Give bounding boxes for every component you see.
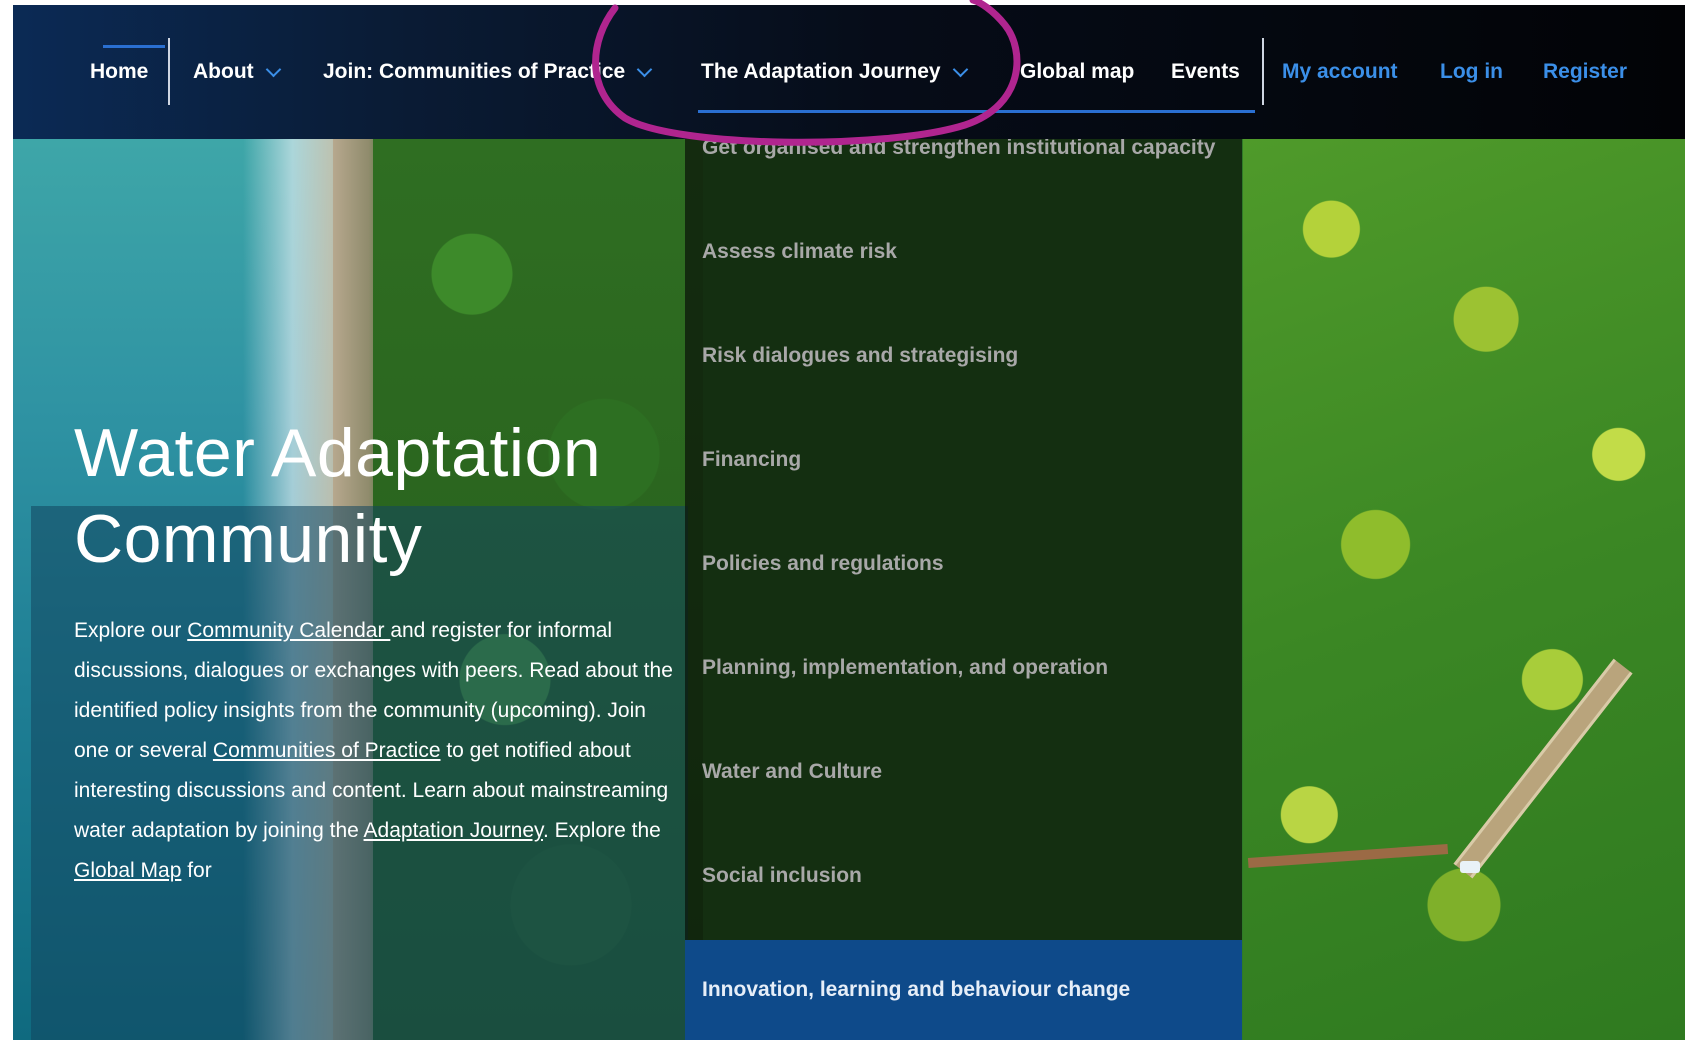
hero-image-palms — [1243, 139, 1685, 1040]
hero-image-car — [1460, 861, 1480, 873]
page-title-line-2: Community — [74, 501, 423, 577]
hero-text-part: for — [181, 859, 212, 882]
dropdown-item-label: Get organised and strengthen institution… — [702, 139, 1216, 159]
dropdown-item-innovation[interactable]: Innovation, learning and behaviour chang… — [685, 940, 1242, 1040]
dropdown-item-label: Social inclusion — [702, 864, 862, 887]
nav-global-map-label: Global map — [1020, 60, 1135, 83]
nav-communities-of-practice[interactable]: Join: Communities of Practice — [323, 5, 653, 139]
nav-events-label: Events — [1171, 60, 1240, 83]
my-account-label: My account — [1282, 60, 1398, 83]
page-title: Water Adaptation Community — [74, 410, 674, 582]
log-in-label: Log in — [1440, 60, 1503, 83]
dropdown-item-label: Policies and regulations — [702, 552, 944, 575]
dropdown-item-risk-dialogues[interactable]: Risk dialogues and strategising — [685, 304, 1242, 408]
adaptation-journey-dropdown: Get organised and strengthen institution… — [685, 139, 1242, 1040]
dropdown-item-label: Assess climate risk — [702, 240, 897, 263]
nav-home[interactable]: Home — [90, 5, 148, 139]
chevron-down-icon — [636, 61, 653, 77]
nav-global-map[interactable]: Global map — [1020, 5, 1134, 139]
nav-home-label: Home — [90, 60, 149, 83]
dropdown-item-label: Risk dialogues and strategising — [702, 344, 1019, 367]
global-map-link[interactable]: Global Map — [74, 859, 181, 882]
nav-adaptation-journey[interactable]: The Adaptation Journey — [701, 5, 968, 139]
top-navigation-bar: Home About Join: Communities of Practice… — [13, 5, 1685, 139]
register-link[interactable]: Register — [1543, 5, 1627, 139]
chevron-down-icon — [952, 61, 968, 77]
dropdown-item-label: Water and Culture — [702, 760, 883, 783]
dropdown-item-label: Planning, implementation, and operation — [702, 656, 1109, 679]
dropdown-item-financing[interactable]: Financing — [685, 408, 1242, 512]
dropdown-item-get-organised[interactable]: Get organised and strengthen institution… — [685, 139, 1242, 200]
community-calendar-link[interactable]: Community Calendar — [187, 619, 390, 642]
hero-description: Explore our Community Calendar and regis… — [74, 611, 674, 891]
nav-adaptation-journey-label: The Adaptation Journey — [701, 60, 941, 83]
nav-events[interactable]: Events — [1171, 5, 1240, 139]
nav-about-label: About — [193, 60, 254, 83]
my-account-link[interactable]: My account — [1282, 5, 1398, 139]
nav-divider — [1262, 38, 1264, 105]
log-in-link[interactable]: Log in — [1440, 5, 1503, 139]
hero-text-part: Explore our — [74, 619, 188, 642]
hero-banner: Get organised and strengthen institution… — [13, 139, 1685, 1040]
nav-communities-label: Join: Communities of Practice — [323, 60, 626, 83]
page-title-line-1: Water Adaptation — [74, 415, 602, 491]
dropdown-item-planning[interactable]: Planning, implementation, and operation — [685, 616, 1242, 720]
communities-of-practice-link[interactable]: Communities of Practice — [213, 739, 441, 762]
nav-divider — [168, 38, 170, 105]
adaptation-journey-link[interactable]: Adaptation Journey — [364, 819, 543, 842]
dropdown-item-water-culture[interactable]: Water and Culture — [685, 720, 1242, 824]
dropdown-item-assess-climate-risk[interactable]: Assess climate risk — [685, 200, 1242, 304]
dropdown-item-label: Financing — [702, 448, 802, 471]
dropdown-item-social-inclusion[interactable]: Social inclusion — [685, 824, 1242, 928]
nav-about[interactable]: About — [193, 5, 281, 139]
hero-text-part: . Explore the — [542, 819, 661, 842]
chevron-down-icon — [265, 61, 281, 77]
dropdown-item-label: Innovation, learning and behaviour chang… — [702, 978, 1131, 1001]
register-label: Register — [1543, 60, 1628, 83]
dropdown-item-policies[interactable]: Policies and regulations — [685, 512, 1242, 616]
